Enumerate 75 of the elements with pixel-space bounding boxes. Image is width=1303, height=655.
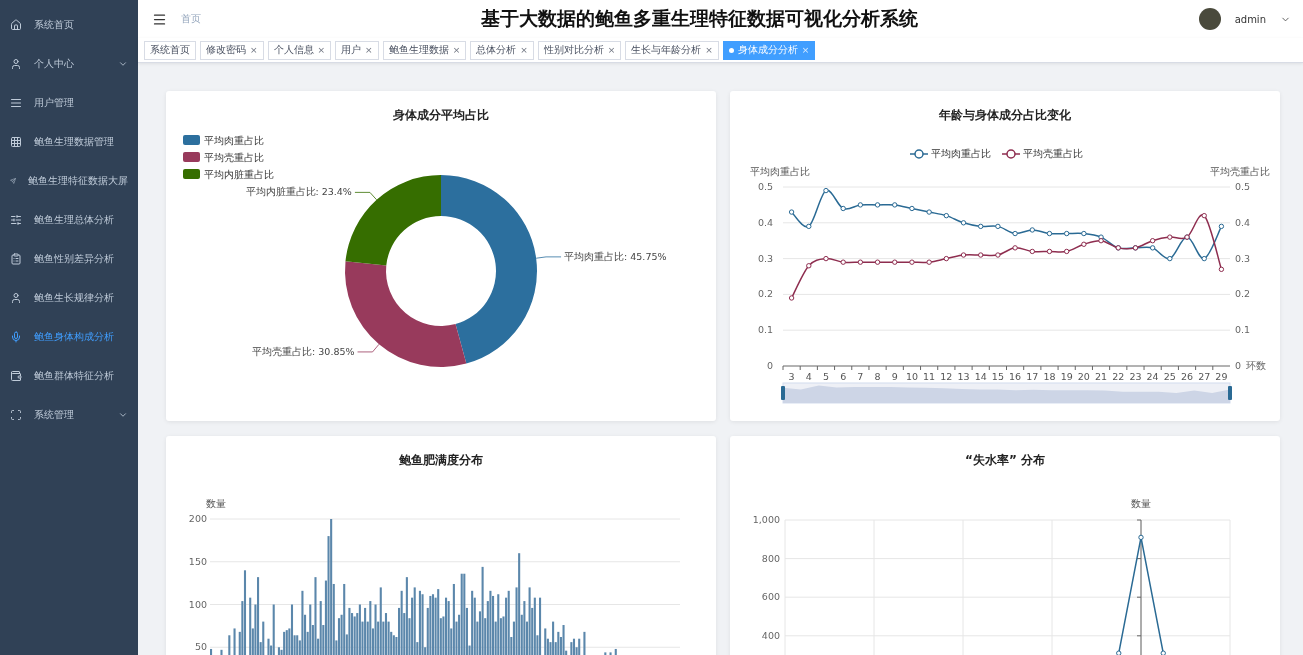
axis-label: 400 [761,629,780,641]
slice-label: 平均壳重占比: 30.85% [252,345,355,357]
sidebar-label: 个人中心 [34,56,75,71]
sidebar-label: 鲍鱼生长规律分析 [34,290,115,305]
axis-label: 0.1 [757,324,773,336]
axis-label: 200 [188,513,207,524]
axis-label: 17 [1026,371,1039,382]
sidebar-label: 鲍鱼身体构成分析 [34,329,115,344]
sidebar-label: 用户管理 [34,95,75,110]
sidebar-label: 鲍鱼生理总体分析 [34,212,115,227]
chart-title: 身体成分平均占比 [393,108,489,122]
sidebar-label: 鲍鱼生理数据管理 [34,134,115,149]
axis-label: 600 [761,591,780,603]
axis-label: 7 [857,371,864,382]
axis-label: 12 [940,371,953,382]
axis-label: 14 [974,371,987,382]
axis-label: 11 [923,371,936,382]
axis-label: 50 [194,641,207,653]
axis-label: 6 [840,371,847,382]
axis-label: 0.4 [1235,216,1251,228]
axis-label: 18 [1043,371,1056,382]
axis-label: 19 [1060,371,1073,382]
axis-label: 9 [891,371,898,382]
axis-label: 26 [1180,371,1194,382]
sidebar-label: 鲍鱼生理特征数据大屏 [28,173,128,188]
axis-label: 5 [822,371,829,382]
axis-title: 平均肉重占比 [750,166,810,177]
axis-label: 0.3 [757,252,773,264]
legend-label: 平均内脏重占比 [204,169,274,180]
chart-title: “失水率” 分布 [965,453,1045,467]
sidebar-label: 系统首页 [34,17,75,32]
axis-label: 13 [957,371,970,382]
legend-label: 平均壳重占比 [204,152,264,163]
axis-label: 1,000 [752,514,780,525]
legend-label: 平均壳重占比 [1023,148,1083,159]
legend-label: 平均肉重占比 [931,148,991,159]
axis-title: 环数 [1246,360,1266,371]
axis-label: 0.2 [757,288,773,300]
axis-title: 平均壳重占比 [1210,166,1270,177]
axis-label: 16 [1009,371,1022,382]
legend-label: 平均肉重占比 [204,135,264,146]
axis-label: 0.5 [1235,181,1251,192]
page-title: 基于大数据的鲍鱼多重生理特征数据可视化分析系统 [480,6,920,31]
axis-label: 0.1 [1235,324,1251,336]
axis-label: 27 [1198,371,1211,382]
sidebar-label: 鲍鱼群体特征分析 [34,368,115,383]
axis-label: 29 [1215,371,1228,382]
axis-label: 10 [905,371,918,382]
axis-label: 0.4 [757,216,773,228]
axis-label: 150 [188,555,207,567]
axis-label: 25 [1163,371,1176,382]
axis-label: 3 [788,371,795,382]
slice-label: 平均肉重占比: 45.75% [564,250,667,262]
axis-label: 0.3 [1235,252,1251,264]
slice-label: 平均内脏重占比: 23.4% [245,186,352,198]
axis-label: 8 [874,371,881,382]
axis-label: 0 [1235,360,1242,371]
sidebar-label: 鲍鱼性别差异分析 [34,251,115,266]
axis-label: 0.5 [757,181,773,192]
axis-label: 20 [1077,371,1090,382]
axis-label: 23 [1129,371,1142,382]
axis-label: 24 [1146,371,1159,382]
axis-label: 15 [991,371,1004,382]
chart-title: 年龄与身体成分占比变化 [939,108,1071,122]
axis-title: 数量 [206,498,226,509]
axis-label: 0.2 [1235,288,1251,300]
sidebar-label: 系统管理 [34,407,75,422]
axis-label: 22 [1112,371,1125,382]
chart-title: 鲍鱼肥满度分布 [399,453,483,467]
axis-label: 800 [761,552,780,564]
axis-label: 21 [1095,371,1108,382]
axis-label: 0 [766,360,773,371]
axis-label: 100 [188,598,207,610]
axis-title: 数量 [1131,498,1151,509]
axis-label: 4 [805,371,812,382]
